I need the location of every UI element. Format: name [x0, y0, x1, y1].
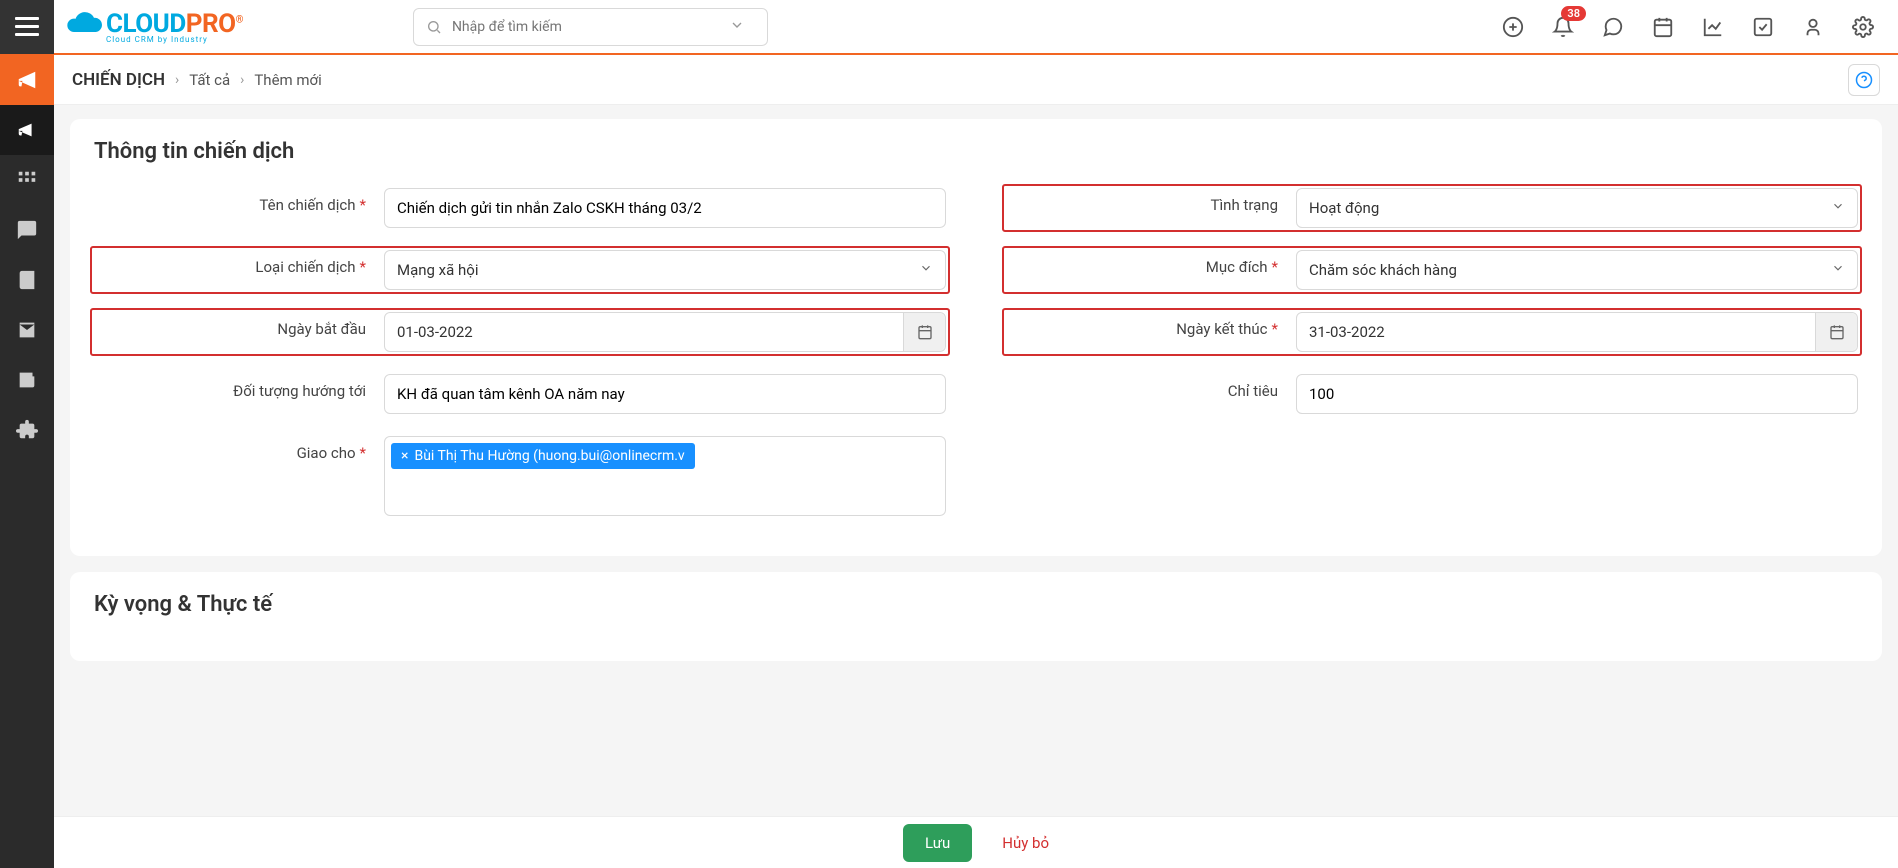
chevron-down-icon[interactable] — [729, 17, 755, 37]
global-search[interactable] — [413, 8, 768, 46]
expectations-card: Kỳ vọng & Thực tế — [70, 572, 1882, 661]
purpose-select[interactable]: Chăm sóc khách hàng — [1296, 250, 1858, 290]
field-campaign-type: Loại chiến dịch* Mạng xã hội — [91, 247, 949, 293]
campaign-name-input[interactable] — [384, 188, 946, 228]
save-button[interactable]: Lưu — [903, 824, 972, 862]
status-select[interactable]: Hoạt động — [1296, 188, 1858, 228]
end-date-input[interactable]: 31-03-2022 — [1296, 312, 1858, 352]
check-icon[interactable] — [1752, 16, 1774, 38]
start-date-input[interactable]: 01-03-2022 — [384, 312, 946, 352]
calendar-icon[interactable] — [903, 313, 945, 351]
chat-icon[interactable] — [1602, 16, 1624, 38]
calendar-icon[interactable] — [1815, 313, 1857, 351]
field-start-date: Ngày bắt đầu 01-03-2022 — [91, 309, 949, 355]
help-button[interactable] — [1848, 64, 1880, 96]
sidebar — [0, 55, 54, 868]
section-title: Thông tin chiến dịch — [94, 139, 1858, 164]
field-end-date: Ngày kết thúc* 31-03-2022 — [1003, 309, 1861, 355]
sidebar-item-campaign[interactable] — [0, 105, 54, 155]
breadcrumb-level1[interactable]: Tất cả — [189, 71, 230, 89]
bell-icon[interactable]: 38 — [1552, 16, 1574, 38]
assignee-tag: × Bùi Thị Thu Hường (huong.bui@onlinecrm… — [391, 443, 695, 469]
sidebar-item-book[interactable] — [0, 255, 54, 305]
cloud-icon — [64, 2, 104, 51]
assigned-to-input[interactable]: × Bùi Thị Thu Hường (huong.bui@onlinecrm… — [384, 436, 946, 516]
add-icon[interactable] — [1502, 16, 1524, 38]
chevron-right-icon: › — [175, 72, 179, 88]
chevron-down-icon — [919, 261, 933, 279]
main-content: Thông tin chiến dịch Tên chiến dịch* Tìn… — [54, 105, 1898, 816]
breadcrumb-level2: Thêm mới — [254, 71, 321, 89]
remove-tag-icon[interactable]: × — [401, 448, 408, 464]
field-assigned-to: Giao cho* × Bùi Thị Thu Hường (huong.bui… — [94, 436, 946, 516]
field-purpose: Mục đích* Chăm sóc khách hàng — [1003, 247, 1861, 293]
chevron-right-icon: › — [240, 72, 244, 88]
section-title-2: Kỳ vọng & Thực tế — [94, 592, 1858, 617]
field-target-metric: Chỉ tiêu — [1006, 374, 1858, 414]
search-icon — [426, 19, 442, 35]
search-input[interactable] — [452, 19, 729, 35]
field-status: Tình trạng Hoạt động — [1003, 185, 1861, 231]
campaign-info-card: Thông tin chiến dịch Tên chiến dịch* Tìn… — [70, 119, 1882, 556]
chart-icon[interactable] — [1702, 16, 1724, 38]
campaign-type-select[interactable]: Mạng xã hội — [384, 250, 946, 290]
target-audience-input[interactable] — [384, 374, 946, 414]
sidebar-item-puzzle[interactable] — [0, 405, 54, 455]
sidebar-item-mail[interactable] — [0, 305, 54, 355]
cancel-button[interactable]: Hủy bỏ — [1002, 834, 1049, 852]
field-campaign-name: Tên chiến dịch* — [94, 188, 946, 228]
sidebar-item-chat[interactable] — [0, 205, 54, 255]
target-metric-input[interactable] — [1296, 374, 1858, 414]
notification-badge: 38 — [1561, 6, 1586, 21]
header-actions: 38 — [1502, 16, 1898, 38]
top-header: CLOUDPRO® Cloud CRM by Industry 38 — [0, 0, 1898, 55]
field-target-audience: Đối tượng hướng tới — [94, 374, 946, 414]
sidebar-item-megaphone[interactable] — [0, 55, 54, 105]
logo[interactable]: CLOUDPRO® Cloud CRM by Industry — [64, 2, 243, 51]
breadcrumb-root[interactable]: CHIẾN DỊCH — [72, 70, 165, 90]
chevron-down-icon — [1831, 261, 1845, 279]
chevron-down-icon — [1831, 199, 1845, 217]
footer-actions: Lưu Hủy bỏ — [54, 816, 1898, 868]
hamburger-menu[interactable] — [0, 0, 54, 54]
sidebar-item-grid[interactable] — [0, 155, 54, 205]
breadcrumb: CHIẾN DỊCH › Tất cả › Thêm mới — [54, 55, 1898, 105]
gear-icon[interactable] — [1852, 16, 1874, 38]
calendar-icon[interactable] — [1652, 16, 1674, 38]
user-icon[interactable] — [1802, 16, 1824, 38]
sidebar-item-news[interactable] — [0, 355, 54, 405]
